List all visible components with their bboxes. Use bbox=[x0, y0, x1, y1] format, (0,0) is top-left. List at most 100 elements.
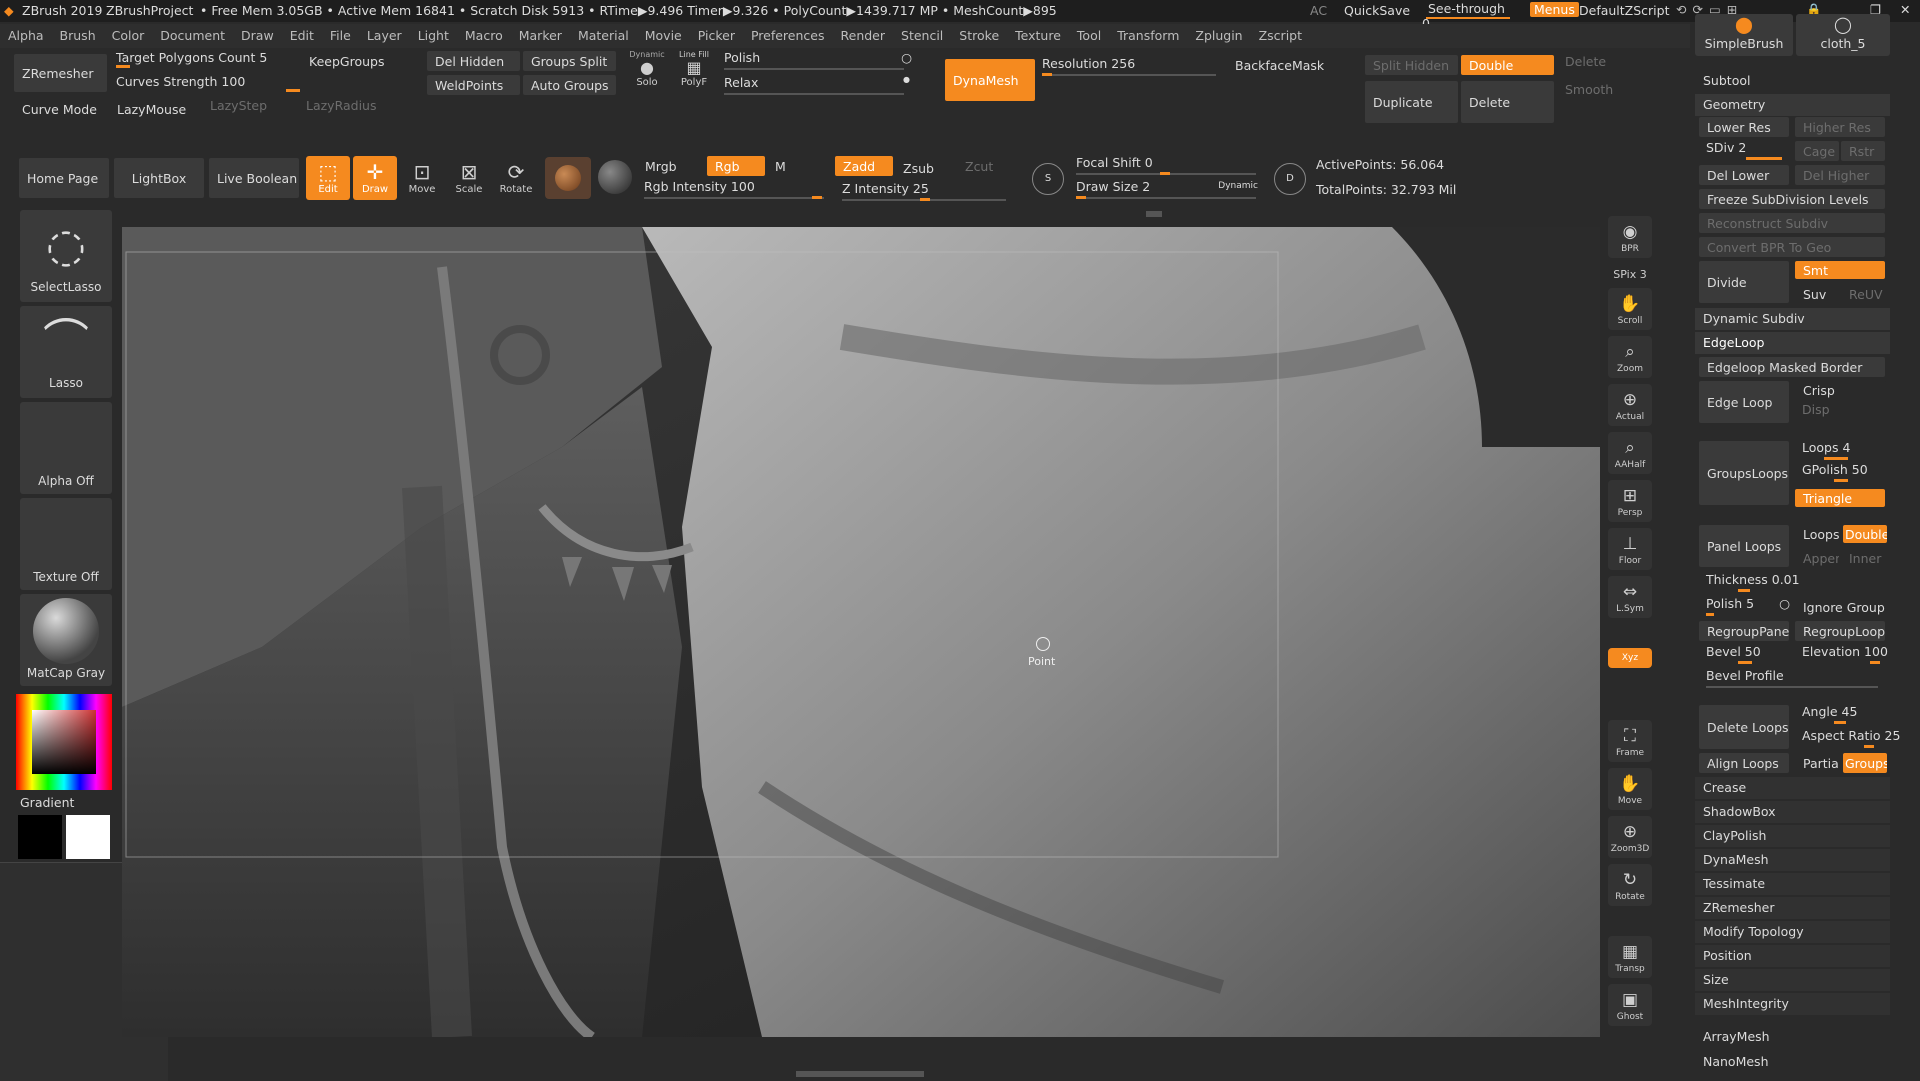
d-brush-icon[interactable]: D bbox=[1274, 163, 1306, 195]
angle-slider[interactable]: Angle 45 bbox=[1794, 704, 1886, 726]
suv-toggle[interactable]: Suv bbox=[1794, 284, 1840, 304]
color-picker[interactable] bbox=[16, 694, 112, 790]
relax-toggle-icon[interactable]: ● bbox=[903, 75, 910, 84]
rtool-persp[interactable]: ⊞ Persp bbox=[1608, 480, 1652, 522]
home-page-button[interactable]: Home Page bbox=[18, 157, 110, 199]
rtool-aahalf[interactable]: ⌕ AAHalf bbox=[1608, 432, 1652, 474]
selectlasso-brush[interactable]: ◌ SelectLasso bbox=[20, 210, 112, 302]
solo-button[interactable]: Dynamic ● Solo bbox=[625, 50, 669, 94]
delete-loops-button[interactable]: Delete Loops bbox=[1698, 704, 1790, 750]
rtool-actual[interactable]: ⊕ Actual bbox=[1608, 384, 1652, 426]
polish5-toggle-icon[interactable]: ○ bbox=[1779, 596, 1790, 611]
elevation-slider[interactable]: Elevation 100 bbox=[1794, 644, 1888, 666]
alpha-slot[interactable]: Alpha Off bbox=[20, 402, 112, 494]
thickness-slider[interactable]: Thickness 0.01 bbox=[1698, 572, 1800, 594]
menu-document[interactable]: Document bbox=[152, 24, 233, 48]
edit-mode-button[interactable]: ⬚ Edit bbox=[306, 156, 350, 200]
relax-slider[interactable]: Relax ● bbox=[716, 75, 912, 97]
subpalette-crease[interactable]: Crease bbox=[1695, 777, 1890, 799]
secondary-color-swatch[interactable] bbox=[66, 815, 110, 859]
crisp-toggle[interactable]: Crisp bbox=[1794, 380, 1886, 400]
auto-groups-button[interactable]: Auto Groups bbox=[522, 74, 617, 96]
cage-button[interactable]: Cage bbox=[1794, 140, 1840, 162]
convert-bpr-button[interactable]: Convert BPR To Geo bbox=[1698, 236, 1886, 258]
menu-layer[interactable]: Layer bbox=[359, 24, 410, 48]
menu-movie[interactable]: Movie bbox=[637, 24, 690, 48]
rgb-intensity-slider[interactable]: Rgb Intensity 100 bbox=[636, 179, 832, 201]
subpalette-modify-topology[interactable]: Modify Topology bbox=[1695, 921, 1890, 943]
subpalette-shadowbox[interactable]: ShadowBox bbox=[1695, 801, 1890, 823]
split-hidden-button[interactable]: Split Hidden bbox=[1364, 54, 1459, 76]
geometry-header[interactable]: Geometry bbox=[1695, 94, 1890, 116]
curve-mode-button[interactable]: Curve Mode bbox=[13, 98, 108, 120]
double-button[interactable]: Double bbox=[1460, 54, 1555, 76]
live-boolean-button[interactable]: Live Boolean bbox=[208, 157, 300, 199]
menu-preferences[interactable]: Preferences bbox=[743, 24, 833, 48]
divide-button[interactable]: Divide bbox=[1698, 260, 1790, 304]
menu-tool[interactable]: Tool bbox=[1069, 24, 1109, 48]
rotate-mode-button[interactable]: ⟳ Rotate bbox=[494, 156, 538, 200]
simple-brush-thumb[interactable]: ⬤ SimpleBrush bbox=[1695, 14, 1793, 56]
rtool-ghost[interactable]: ▣ Ghost bbox=[1608, 984, 1652, 1026]
menu-brush[interactable]: Brush bbox=[52, 24, 104, 48]
panel-loops-button[interactable]: Panel Loops bbox=[1698, 524, 1790, 568]
loops4-slider[interactable]: Loops 4 bbox=[1794, 440, 1886, 462]
s-brush-icon[interactable]: S bbox=[1032, 163, 1064, 195]
dynamic-label[interactable]: Dynamic bbox=[1218, 181, 1258, 191]
rtool-zoom3d[interactable]: ⊕ Zoom3D bbox=[1608, 816, 1652, 858]
menu-texture[interactable]: Texture bbox=[1007, 24, 1069, 48]
menu-draw[interactable]: Draw bbox=[233, 24, 282, 48]
delete-top-button[interactable]: Delete bbox=[1556, 50, 1651, 72]
triangle-toggle[interactable]: Triangle bbox=[1794, 488, 1886, 508]
viewport-canvas[interactable]: Point bbox=[122, 227, 1600, 1037]
curves-strength-slider[interactable]: Curves Strength 100 bbox=[108, 74, 304, 94]
edge-loop-button[interactable]: Edge Loop bbox=[1698, 380, 1790, 424]
zremesher-button[interactable]: ZRemesher bbox=[13, 53, 108, 93]
rtool-xyz[interactable]: Xyz bbox=[1608, 648, 1652, 668]
target-polygons-slider[interactable]: Target Polygons Count 5 bbox=[108, 50, 304, 70]
smooth-button[interactable]: Smooth bbox=[1556, 78, 1651, 100]
sdiv-slider[interactable]: SDiv 2 bbox=[1698, 140, 1790, 162]
rgb-button[interactable]: Rgb bbox=[706, 155, 766, 177]
rtool-l-sym[interactable]: ⇔ L.Sym bbox=[1608, 576, 1652, 618]
draw-mode-button[interactable]: ✛ Draw bbox=[353, 156, 397, 200]
zsub-button[interactable]: Zsub bbox=[894, 157, 954, 179]
edgeloop-masked-border-button[interactable]: Edgeloop Masked Border bbox=[1698, 356, 1886, 378]
material-swatch[interactable] bbox=[545, 157, 591, 199]
polish-toggle-icon[interactable]: ○ bbox=[901, 50, 912, 65]
ac-label[interactable]: AC bbox=[1310, 3, 1327, 18]
menu-marker[interactable]: Marker bbox=[511, 24, 570, 48]
subpalette-claypolish[interactable]: ClayPolish bbox=[1695, 825, 1890, 847]
cloth-brush-thumb[interactable]: ◯ cloth_5 bbox=[1796, 14, 1890, 56]
del-higher-button[interactable]: Del Higher bbox=[1794, 164, 1886, 186]
menu-stencil[interactable]: Stencil bbox=[893, 24, 951, 48]
rtool-bpr[interactable]: ◉ BPR bbox=[1608, 216, 1652, 258]
menu-material[interactable]: Material bbox=[570, 24, 637, 48]
polish-slider[interactable]: Polish ○ bbox=[716, 50, 912, 72]
lazystep-slider[interactable]: LazyStep bbox=[202, 98, 290, 120]
menu-stroke[interactable]: Stroke bbox=[951, 24, 1007, 48]
m-button[interactable]: M bbox=[766, 155, 826, 177]
focal-shift-slider[interactable]: Focal Shift 0 bbox=[1068, 155, 1264, 177]
disp-slider[interactable]: Disp bbox=[1794, 402, 1886, 424]
menu-color[interactable]: Color bbox=[104, 24, 153, 48]
mrgb-button[interactable]: Mrgb bbox=[636, 155, 704, 177]
reuv-toggle[interactable]: ReUV bbox=[1840, 284, 1886, 304]
menu-transform[interactable]: Transform bbox=[1109, 24, 1187, 48]
menu-light[interactable]: Light bbox=[410, 24, 457, 48]
lower-res-button[interactable]: Lower Res bbox=[1698, 116, 1790, 138]
freeze-subdivision-button[interactable]: Freeze SubDivision Levels bbox=[1698, 188, 1886, 210]
arraymesh-header[interactable]: ArrayMesh bbox=[1695, 1026, 1890, 1048]
smt-toggle[interactable]: Smt bbox=[1794, 260, 1886, 280]
menu-file[interactable]: File bbox=[322, 24, 359, 48]
subpalette-dynamesh[interactable]: DynaMesh bbox=[1695, 849, 1890, 871]
groups-toggle[interactable]: Groups bbox=[1842, 752, 1888, 774]
lazyradius-slider[interactable]: LazyRadius bbox=[298, 98, 388, 120]
subpalette-zremesher[interactable]: ZRemesher bbox=[1695, 897, 1890, 919]
canvas-top-handle[interactable] bbox=[1146, 211, 1162, 217]
rtool-transp[interactable]: ▦ Transp bbox=[1608, 936, 1652, 978]
see-through-slider[interactable]: See-through 0 bbox=[1422, 1, 1510, 31]
subpalette-position[interactable]: Position bbox=[1695, 945, 1890, 967]
loops-toggle[interactable]: Loops bbox=[1794, 524, 1840, 544]
gpolish-slider[interactable]: GPolish 50 bbox=[1794, 462, 1886, 484]
